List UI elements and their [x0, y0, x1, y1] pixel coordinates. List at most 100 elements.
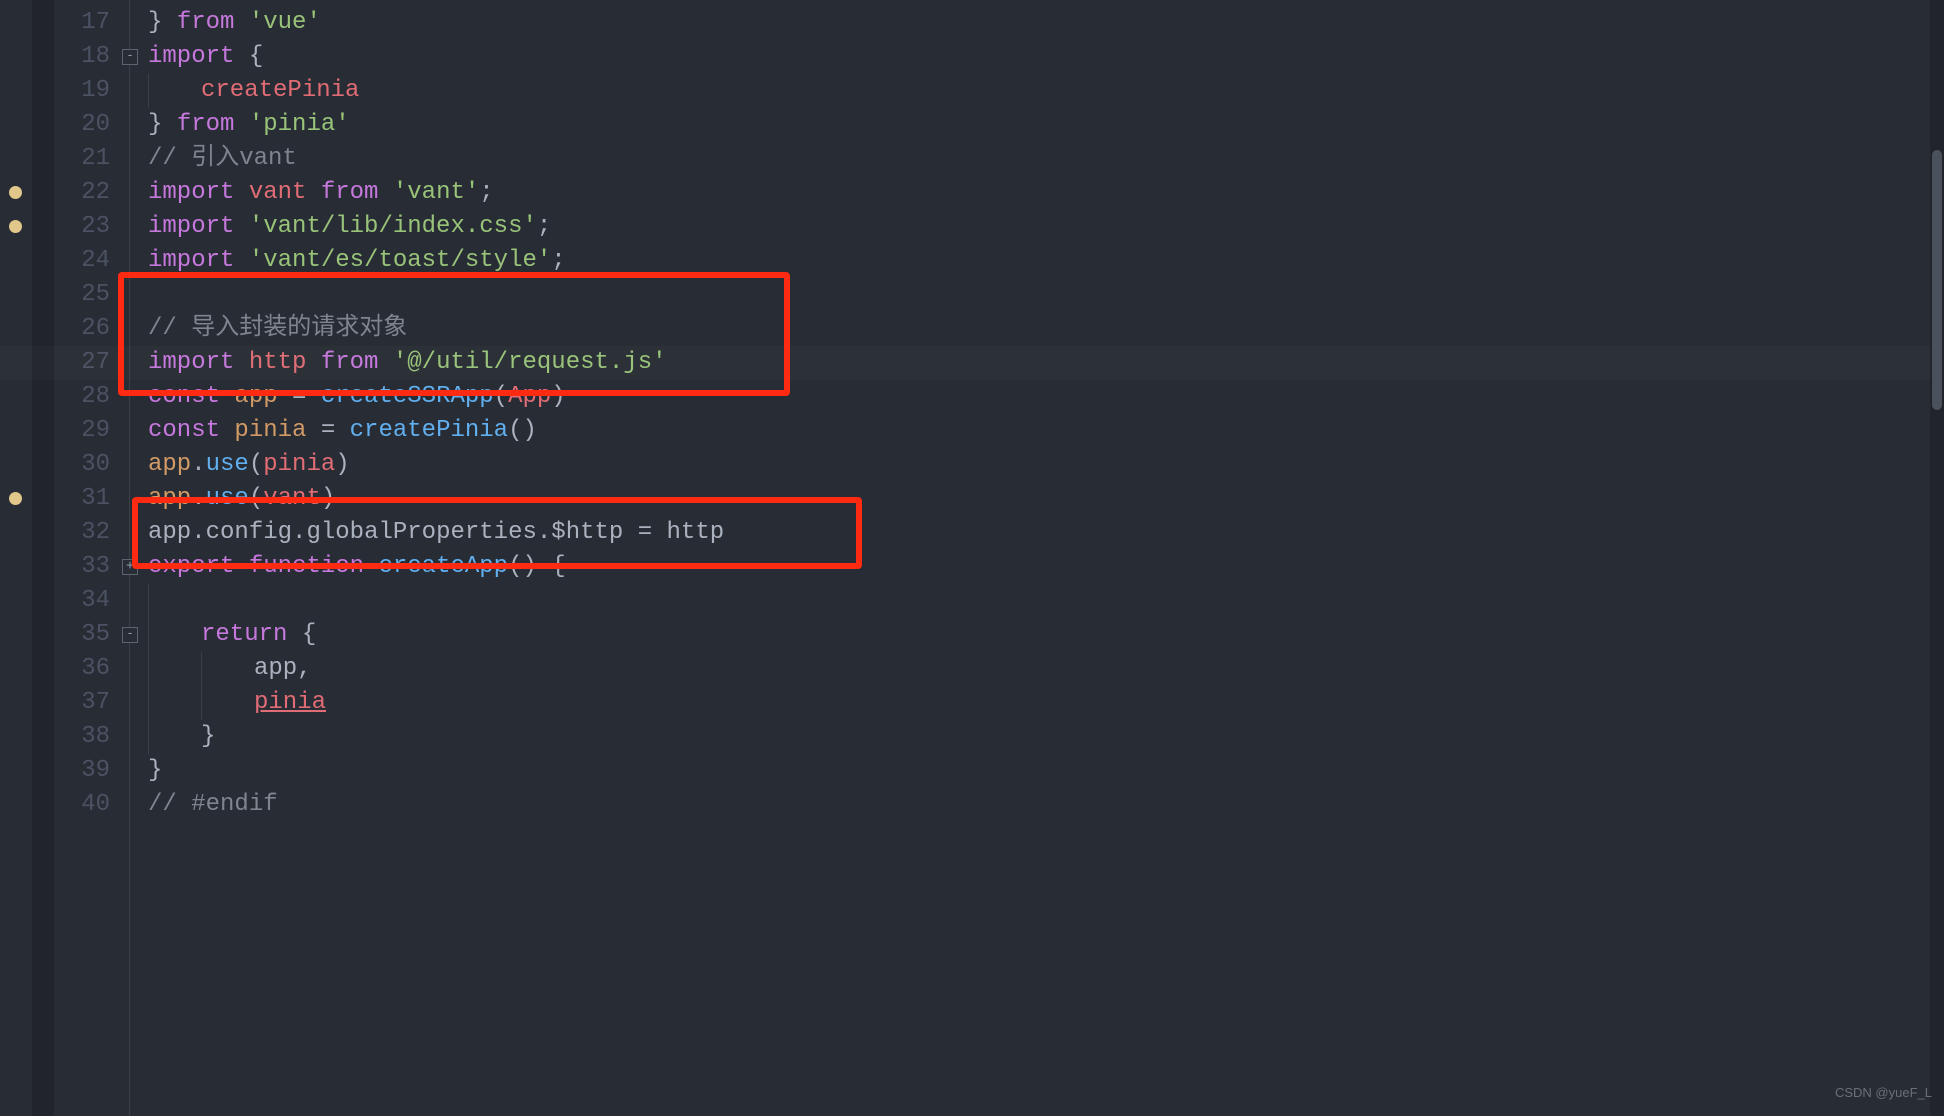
code-line[interactable] — [148, 584, 1944, 618]
code-token: from — [321, 179, 393, 206]
code-line[interactable]: const app = createSSRApp(App) — [148, 380, 1944, 414]
code-token: export — [148, 553, 249, 580]
code-token: http — [249, 349, 321, 376]
code-line[interactable]: import 'vant/lib/index.css'; — [148, 210, 1944, 244]
code-token: import — [148, 43, 249, 70]
code-line[interactable]: } — [148, 720, 1944, 754]
code-token: ) — [551, 383, 565, 410]
code-token: ( — [494, 383, 508, 410]
code-line[interactable] — [148, 278, 1944, 312]
code-token: 'vant/lib/index.css' — [249, 213, 537, 240]
code-token: createPinia — [350, 417, 508, 444]
code-token: import — [148, 179, 249, 206]
code-line[interactable]: app.config.globalProperties.$http = http — [148, 516, 1944, 550]
code-line[interactable]: } — [148, 754, 1944, 788]
line-number-gutter[interactable]: 1718192021222324252627282930313233343536… — [54, 0, 116, 1116]
code-token: 'vue' — [249, 9, 321, 36]
code-token: createApp — [378, 553, 508, 580]
code-token: ; — [551, 247, 565, 274]
code-token: 'vant/es/toast/style' — [249, 247, 551, 274]
line-number: 27 — [60, 346, 110, 380]
code-line[interactable]: import vant from 'vant'; — [148, 176, 1944, 210]
code-token: return — [201, 621, 302, 648]
code-token: use — [206, 485, 249, 512]
code-token: globalProperties — [306, 519, 536, 546]
line-number: 36 — [60, 652, 110, 686]
code-line[interactable]: createPinia — [148, 74, 1944, 108]
code-line[interactable]: const pinia = createPinia() — [148, 414, 1944, 448]
line-number: 24 — [60, 244, 110, 278]
code-line[interactable]: } from 'pinia' — [148, 108, 1944, 142]
code-token: vant — [263, 485, 321, 512]
line-number: 37 — [60, 686, 110, 720]
code-line[interactable]: app.use(vant) — [148, 482, 1944, 516]
indent-guide — [201, 652, 254, 686]
fold-toggle-icon[interactable]: - — [122, 49, 138, 65]
code-token: import — [148, 213, 249, 240]
code-line[interactable]: export function createApp() { — [148, 550, 1944, 584]
code-token: = — [321, 417, 350, 444]
code-token: '@/util/request.js' — [393, 349, 667, 376]
code-token: } — [148, 111, 177, 138]
code-token: App — [508, 383, 551, 410]
code-token: } — [148, 9, 177, 36]
code-token: . — [191, 519, 205, 546]
code-token: . — [537, 519, 551, 546]
line-number: 17 — [60, 6, 110, 40]
code-token: 'pinia' — [249, 111, 350, 138]
line-number: 20 — [60, 108, 110, 142]
line-number: 38 — [60, 720, 110, 754]
vertical-scrollbar[interactable] — [1930, 0, 1944, 1116]
code-line[interactable]: import 'vant/es/toast/style'; — [148, 244, 1944, 278]
code-line[interactable]: } from 'vue' — [148, 6, 1944, 40]
indent-guide — [148, 720, 201, 754]
code-token: from — [177, 111, 249, 138]
code-token: ) — [335, 451, 349, 478]
indent-guide — [148, 74, 201, 108]
code-token: app — [254, 655, 297, 682]
breakpoint-dot[interactable] — [9, 492, 22, 505]
code-token: use — [206, 451, 249, 478]
code-line[interactable]: pinia — [148, 686, 1944, 720]
code-token: app — [148, 485, 191, 512]
line-number: 39 — [60, 754, 110, 788]
line-number: 28 — [60, 380, 110, 414]
breakpoint-dot[interactable] — [9, 220, 22, 233]
code-token: createPinia — [201, 77, 359, 104]
watermark-text: CSDN @yueF_L — [1835, 1076, 1932, 1110]
code-line[interactable]: import http from '@/util/request.js' — [148, 346, 1944, 380]
code-token: const — [148, 383, 234, 410]
code-line[interactable]: // #endif — [148, 788, 1944, 822]
code-line[interactable]: return { — [148, 618, 1944, 652]
code-token: vant — [249, 179, 321, 206]
code-line[interactable]: // 引入vant — [148, 142, 1944, 176]
tab-strip — [32, 0, 54, 1116]
code-token: $http — [551, 519, 623, 546]
fold-toggle-icon[interactable]: - — [122, 627, 138, 643]
code-token: function — [249, 553, 379, 580]
fold-toggle-icon[interactable]: + — [122, 559, 138, 575]
code-token: ( — [249, 451, 263, 478]
code-line[interactable]: app, — [148, 652, 1944, 686]
code-token: app — [148, 519, 191, 546]
line-number: 23 — [60, 210, 110, 244]
breakpoint-gutter[interactable] — [0, 0, 32, 1116]
code-line[interactable]: // 导入封装的请求对象 — [148, 312, 1944, 346]
code-token: , — [297, 655, 311, 682]
line-number: 22 — [60, 176, 110, 210]
scrollbar-thumb[interactable] — [1932, 150, 1942, 410]
code-token: ; — [479, 179, 493, 206]
line-number: 29 — [60, 414, 110, 448]
code-token: } — [148, 757, 162, 784]
code-line[interactable]: app.use(pinia) — [148, 448, 1944, 482]
code-token: // #endif — [148, 791, 278, 818]
line-number: 31 — [60, 482, 110, 516]
code-area[interactable]: } from 'vue'import {createPinia} from 'p… — [148, 0, 1944, 1116]
code-token: pinia — [263, 451, 335, 478]
fold-gutter[interactable]: - + - — [118, 0, 140, 1116]
line-number: 19 — [60, 74, 110, 108]
code-token: import — [148, 349, 249, 376]
breakpoint-dot[interactable] — [9, 186, 22, 199]
code-line[interactable]: import { — [148, 40, 1944, 74]
code-token: ; — [537, 213, 551, 240]
